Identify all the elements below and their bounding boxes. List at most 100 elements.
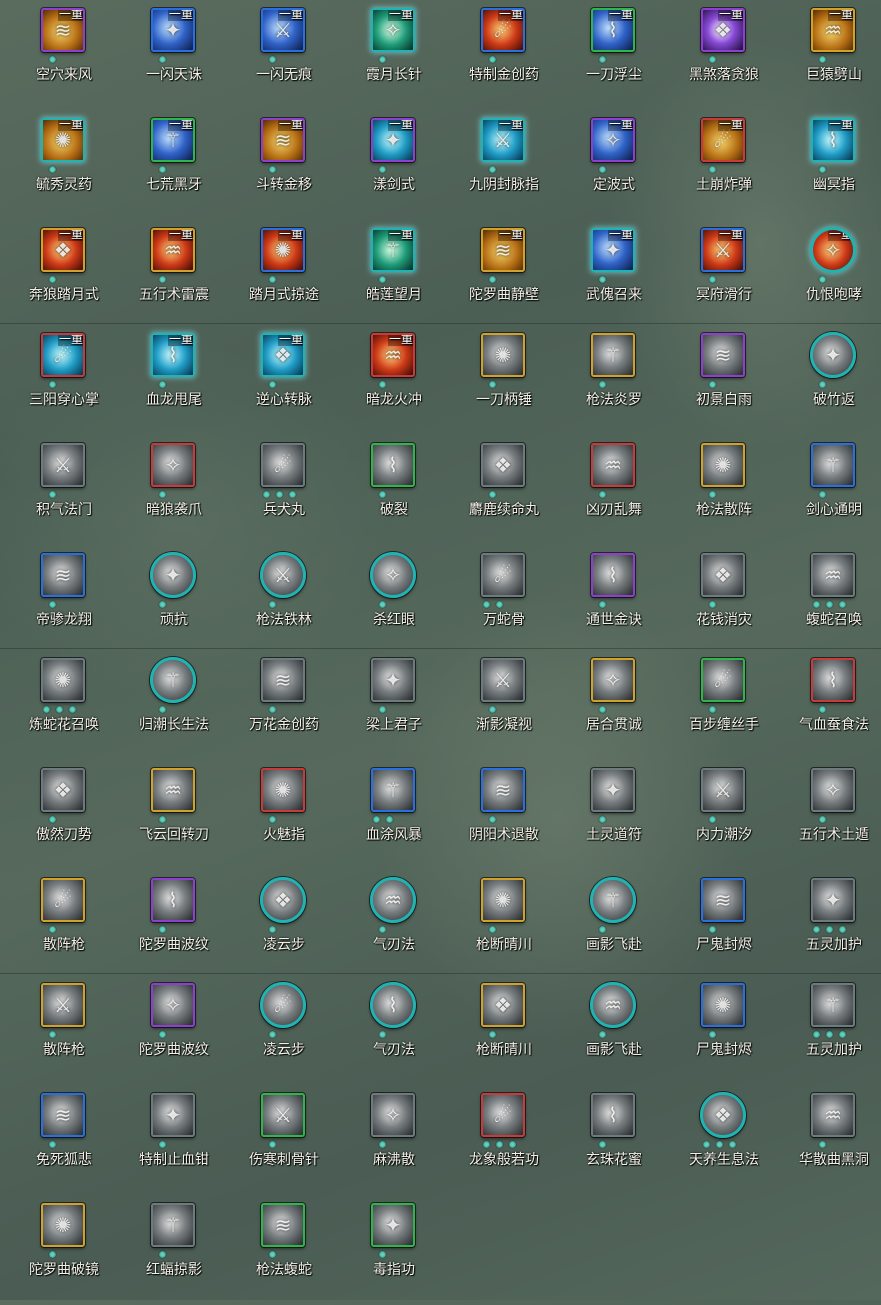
five-spirits-icon[interactable]: ⚚ bbox=[811, 983, 855, 1027]
skill-slot[interactable]: ✺ 炼蛇花召唤 bbox=[9, 650, 119, 760]
skill-slot[interactable]: ✧ 五行术土遁 bbox=[779, 760, 881, 870]
skill-slot[interactable]: ☄ 兵犬丸 bbox=[229, 435, 339, 545]
skill-slot[interactable]: ⚚ 一重 七荒黑牙 bbox=[119, 110, 229, 220]
skill-slot[interactable]: ⚚ 画影飞赴 bbox=[559, 870, 669, 980]
ripple-song-icon[interactable]: ⌇ bbox=[151, 878, 195, 922]
skill-slot[interactable]: ♒ 蝮蛇召唤 bbox=[779, 545, 881, 655]
rupture-icon[interactable]: ⌇ bbox=[371, 443, 415, 487]
long-needle-icon[interactable]: ✧ 一重 bbox=[371, 8, 415, 52]
spear-flame-icon[interactable]: ⚚ bbox=[591, 333, 635, 377]
skill-slot[interactable]: ≋ 免死狐悲 bbox=[9, 1085, 119, 1195]
heart-palm-icon[interactable]: ☄ 一重 bbox=[41, 333, 85, 377]
skill-slot[interactable]: ☄ 百步缠丝手 bbox=[669, 650, 779, 760]
skill-slot[interactable]: ≋ 尸鬼封烬 bbox=[669, 870, 779, 980]
hilt-hammer-icon[interactable]: ✺ bbox=[481, 333, 525, 377]
skill-slot[interactable]: ✧ 杀红眼 bbox=[339, 545, 449, 655]
cloud-step-icon[interactable]: ❖ bbox=[260, 877, 306, 923]
skill-slot[interactable]: ♒ 凶刃乱舞 bbox=[559, 435, 669, 545]
qi-blade-icon[interactable]: ⌇ bbox=[370, 982, 416, 1028]
ghoul-seal-icon[interactable]: ✺ bbox=[701, 983, 745, 1027]
hemostat-icon[interactable]: ✦ bbox=[151, 1093, 195, 1137]
skill-slot[interactable]: ≋ 一重 空穴来风 bbox=[9, 0, 119, 110]
skill-slot[interactable]: ☄ 一重 土崩炸弹 bbox=[669, 110, 779, 220]
traceless-strike-icon[interactable]: ⚔ 一重 bbox=[261, 8, 305, 52]
skill-slot[interactable]: ♒ 一重 暗龙火冲 bbox=[339, 325, 449, 435]
earth-talisman-icon[interactable]: ✦ bbox=[591, 768, 635, 812]
meridian-seal-icon[interactable]: ⚔ 一重 bbox=[481, 118, 525, 162]
skill-slot[interactable]: ⚔ 枪法铁林 bbox=[229, 545, 339, 655]
sword-heart-icon[interactable]: ⚚ bbox=[811, 443, 855, 487]
skill-slot[interactable]: ♒ 华散曲黑洞 bbox=[779, 1085, 881, 1195]
skill-slot[interactable]: ✦ 一重 漾剑式 bbox=[339, 110, 449, 220]
skill-slot[interactable]: ✺ 一刀柄锤 bbox=[449, 325, 559, 435]
skill-slot[interactable]: ⌇ 玄珠花蜜 bbox=[559, 1085, 669, 1195]
red-bat-icon[interactable]: ⚚ bbox=[151, 1203, 195, 1247]
black-hole-icon[interactable]: ♒ bbox=[811, 1093, 855, 1137]
tide-life-icon[interactable]: ⚚ bbox=[150, 657, 196, 703]
iai-strike-icon[interactable]: ✧ bbox=[591, 658, 635, 702]
skill-slot[interactable]: ⚚ 血涂风暴 bbox=[339, 760, 449, 870]
skill-slot[interactable]: ⚔ 散阵枪 bbox=[9, 975, 119, 1085]
skill-slot[interactable]: ✦ 梁上君子 bbox=[339, 650, 449, 760]
white-rain-icon[interactable]: ≋ bbox=[701, 333, 745, 377]
skill-slot[interactable]: ❖ 一重 黑煞落贪狼 bbox=[669, 0, 779, 110]
skill-slot[interactable]: ✦ 一重 一闪天诛 bbox=[119, 0, 229, 110]
silk-hand-icon[interactable]: ☄ bbox=[701, 658, 745, 702]
skill-slot[interactable]: ⌇ 一重 一刀浮尘 bbox=[559, 0, 669, 110]
skill-slot[interactable]: ✺ 一重 踏月式掠途 bbox=[229, 220, 339, 330]
snake-flower-icon[interactable]: ✺ bbox=[41, 658, 85, 702]
skill-slot[interactable]: ≋ 万花金创药 bbox=[229, 650, 339, 760]
five-spirits-icon[interactable]: ✦ bbox=[811, 878, 855, 922]
skill-slot[interactable]: ♒ 气刃法 bbox=[339, 870, 449, 980]
still-wall-icon[interactable]: ≋ 一重 bbox=[481, 228, 525, 272]
red-eye-icon[interactable]: ✧ bbox=[370, 552, 416, 598]
skill-slot[interactable]: ≋ 阴阳术退散 bbox=[449, 760, 559, 870]
dragon-elephant-icon[interactable]: ☄ bbox=[481, 1093, 525, 1137]
skill-slot[interactable]: ⚚ 一重 皓莲望月 bbox=[339, 220, 449, 330]
skill-slot[interactable]: ❖ 枪断晴川 bbox=[449, 975, 559, 1085]
skill-slot[interactable]: ⌇ 通世金诀 bbox=[559, 545, 669, 655]
blood-drain-icon[interactable]: ⌇ bbox=[811, 658, 855, 702]
ripple-song-icon[interactable]: ✧ bbox=[151, 983, 195, 1027]
dark-dragon-fire-icon[interactable]: ♒ 一重 bbox=[371, 333, 415, 377]
snake-bone-icon[interactable]: ☄ bbox=[481, 553, 525, 597]
skill-slot[interactable]: ♒ 一重 五行术雷震 bbox=[119, 220, 229, 330]
skill-slot[interactable]: ♒ 一重 巨猿劈山 bbox=[779, 0, 881, 110]
skill-slot[interactable]: ⚔ 一重 九阴封脉指 bbox=[449, 110, 559, 220]
skill-slot[interactable]: ☄ 一重 三阳穿心掌 bbox=[9, 325, 119, 435]
moon-dash-icon[interactable]: ✺ 一重 bbox=[261, 228, 305, 272]
skill-slot[interactable]: ⌇ 陀罗曲波纹 bbox=[119, 870, 229, 980]
wind-hole-icon[interactable]: ≋ 一重 bbox=[41, 8, 85, 52]
skill-slot[interactable]: ❖ 傲然刀势 bbox=[9, 760, 119, 870]
fire-finger-icon[interactable]: ✺ bbox=[261, 768, 305, 812]
skill-slot[interactable]: ✦ 五灵加护 bbox=[779, 870, 881, 980]
broken-mirror-icon[interactable]: ✺ bbox=[41, 1203, 85, 1247]
skill-slot[interactable]: ⌇ 一重 幽冥指 bbox=[779, 110, 881, 220]
spear-river-icon[interactable]: ❖ bbox=[481, 983, 525, 1027]
blade-dust-icon[interactable]: ⌇ 一重 bbox=[591, 8, 635, 52]
skill-slot[interactable]: ☄ 散阵枪 bbox=[9, 870, 119, 980]
skill-slot[interactable]: ≋ 初景白雨 bbox=[669, 325, 779, 435]
shadow-gaze-icon[interactable]: ⚔ bbox=[481, 658, 525, 702]
skill-slot[interactable]: ✺ 枪断晴川 bbox=[449, 870, 559, 980]
skill-slot[interactable]: ✺ 陀罗曲破镜 bbox=[9, 1195, 119, 1305]
skill-slot[interactable]: ✺ 枪法散阵 bbox=[669, 435, 779, 545]
skill-slot[interactable]: ❖ 天养生息法 bbox=[669, 1085, 779, 1195]
skill-slot[interactable]: ☄ 龙象般若功 bbox=[449, 1085, 559, 1195]
skill-slot[interactable]: ✦ 特制止血钳 bbox=[119, 1085, 229, 1195]
coin-pouch-icon[interactable]: ❖ bbox=[701, 553, 745, 597]
running-wolf-icon[interactable]: ❖ 一重 bbox=[41, 228, 85, 272]
shadow-fly-icon[interactable]: ⚚ bbox=[590, 877, 636, 923]
musk-pill-icon[interactable]: ❖ bbox=[481, 443, 525, 487]
dragon-tail-icon[interactable]: ⌇ 一重 bbox=[151, 333, 195, 377]
skill-slot[interactable]: ⚔ 积气法门 bbox=[9, 435, 119, 545]
skill-slot[interactable]: ✧ 一重 定波式 bbox=[559, 110, 669, 220]
underworld-glide-icon[interactable]: ⚔ 一重 bbox=[701, 228, 745, 272]
flower-salve-icon[interactable]: ≋ bbox=[261, 658, 305, 702]
poison-finger-icon[interactable]: ✦ bbox=[371, 1203, 415, 1247]
skill-slot[interactable]: ⚔ 一重 冥府滑行 bbox=[669, 220, 779, 330]
skill-slot[interactable]: ✦ 土灵道符 bbox=[559, 760, 669, 870]
viper-summon-icon[interactable]: ♒ bbox=[811, 553, 855, 597]
blood-storm-icon[interactable]: ⚚ bbox=[371, 768, 415, 812]
pearl-nectar-icon[interactable]: ⌇ bbox=[591, 1093, 635, 1137]
